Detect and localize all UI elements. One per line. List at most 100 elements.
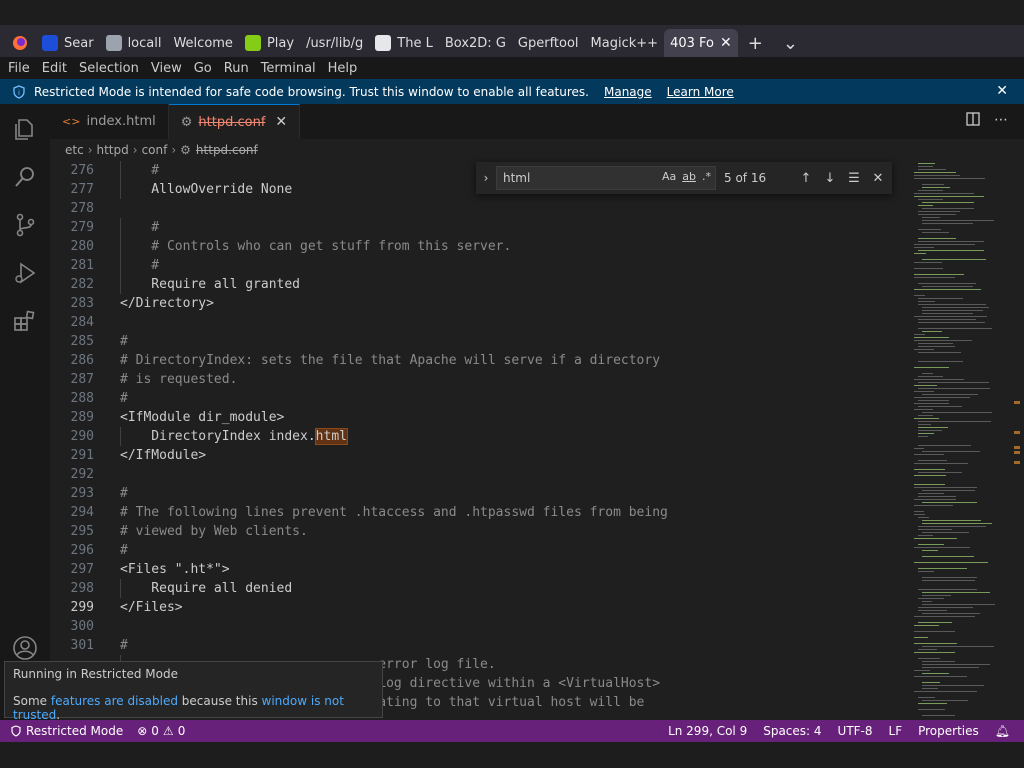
minimap-line [918,166,933,167]
menu-item-selection[interactable]: Selection [73,61,145,76]
minimap-line [914,616,975,617]
code-text: # [120,332,128,351]
features-disabled-link[interactable]: features are disabled [51,694,178,708]
find-in-selection-icon[interactable]: ☰ [842,171,866,186]
explorer-icon[interactable] [12,116,38,142]
minimap-line [922,220,994,221]
end-of-line[interactable]: LF [889,724,903,738]
minimap-line [918,436,928,437]
minimap-line [922,688,938,689]
encoding[interactable]: UTF-8 [838,724,873,738]
minimap-line [914,514,925,515]
indentation[interactable]: Spaces: 4 [763,724,821,738]
line-number: 281 [70,258,94,273]
run-debug-icon[interactable] [12,260,38,286]
code-text: Require all denied [120,579,292,598]
breadcrumb-item[interactable]: conf [142,143,168,157]
account-icon[interactable] [12,635,38,661]
menu-item-run[interactable]: Run [218,61,255,76]
minimap-line [914,295,925,296]
restricted-mode-status[interactable]: Restricted Mode [10,724,123,738]
find-input[interactable]: html Aa ab .* [496,166,716,190]
code-line: 290 DirectoryIndex index.html [50,427,910,446]
code-text: </Directory> [120,294,214,313]
browser-tab[interactable]: locall [100,29,168,57]
browser-tab[interactable]: Play [239,29,300,57]
arrow-down-icon[interactable]: ↓ [818,171,842,186]
toggle-replace-icon[interactable]: › [476,171,496,185]
match-count: 5 of 16 [724,171,767,185]
extensions-icon[interactable] [12,308,38,334]
breadcrumb-item[interactable]: httpd.conf [196,143,258,157]
warning-icon: ⚠ [162,724,174,738]
code-directive: </Directory> [120,296,214,311]
scrollbar[interactable] [1012,161,1024,720]
browser-tab[interactable]: Welcome [167,29,238,57]
breadcrumb-item[interactable]: etc [65,143,84,157]
close-tab-icon[interactable]: ✕ [275,114,287,130]
tooltip-body: Some features are disabled because this … [13,694,382,722]
list-all-tabs-button[interactable]: ⌄ [773,29,808,57]
manage-link[interactable]: Manage [604,85,652,99]
code-editor[interactable]: 276 #277 AllowOverride None 278 279 #280 #… [50,161,910,720]
minimap-line [922,715,955,716]
breadcrumb-item[interactable]: httpd [97,143,129,157]
minimap-line [918,238,956,239]
minimap-line [922,223,973,224]
menu-item-terminal[interactable]: Terminal [255,61,322,76]
firefox-icon[interactable] [0,29,36,57]
line-number: 286 [70,353,94,368]
code-comment: # [120,638,128,653]
tab-index-html[interactable]: <> index.html [50,104,169,139]
code-comment: # [120,543,128,558]
line-number: 300 [70,619,94,634]
cursor-position[interactable]: Ln 299, Col 9 [668,724,747,738]
code-directive: </Files> [120,600,183,615]
minimap-line [914,625,939,626]
problems-status[interactable]: ⊗ 0 ⚠ 0 [137,724,185,738]
browser-tab[interactable]: The L [369,29,439,57]
minimap-line [914,409,933,410]
menu-item-view[interactable]: View [145,61,188,76]
close-tab-icon[interactable]: ✕ [720,35,732,51]
code-text: # [120,256,159,275]
match-case-icon[interactable]: Aa [662,170,676,183]
browser-tab[interactable]: Box2D: G [439,29,512,57]
editor-tab-bar: <> index.html ⚙ httpd.conf ✕ ⋯ [50,104,1024,139]
minimap-line [918,433,934,434]
regex-icon[interactable]: .* [702,170,711,183]
match-marker [1014,401,1020,404]
browser-tab[interactable]: /usr/lib/g [300,29,369,57]
match-whole-word-icon[interactable]: ab [682,170,696,183]
bell-icon[interactable]: 🔔︎ [995,724,1010,738]
minimap-line [922,331,942,332]
browser-tab[interactable]: 403 Fo ✕ [664,29,738,57]
line-number: 282 [70,277,94,292]
tab-httpd-conf[interactable]: ⚙ httpd.conf ✕ [168,104,301,139]
new-tab-button[interactable]: + [738,29,773,57]
close-icon[interactable]: ✕ [866,171,890,186]
code-line: 300 [50,617,910,636]
code-directive: DirectoryIndex index. [120,429,316,444]
language-mode[interactable]: Properties [918,724,979,738]
browser-tab[interactable]: Sear [36,29,100,57]
code-line: 282 Require all granted [50,275,910,294]
source-control-icon[interactable] [12,212,38,238]
minimap-line [922,613,980,614]
browser-tab[interactable]: Magick++ [585,29,665,57]
learn-more-link[interactable]: Learn More [667,85,734,99]
arrow-up-icon[interactable]: ↑ [794,171,818,186]
close-icon[interactable]: ✕ [996,83,1008,99]
minimap-line [918,169,946,170]
search-icon[interactable] [12,164,38,190]
warning-count: 0 [177,724,186,738]
menu-item-go[interactable]: Go [188,61,218,76]
browser-tab[interactable]: Gperftool [512,29,585,57]
minimap[interactable] [910,161,1012,720]
match-marker [1014,446,1020,449]
more-actions-icon[interactable]: ⋯ [994,112,1008,128]
menu-item-file[interactable]: File [2,61,36,76]
menu-item-edit[interactable]: Edit [36,61,73,76]
menu-item-help[interactable]: Help [322,61,364,76]
split-editor-icon[interactable] [966,112,980,126]
